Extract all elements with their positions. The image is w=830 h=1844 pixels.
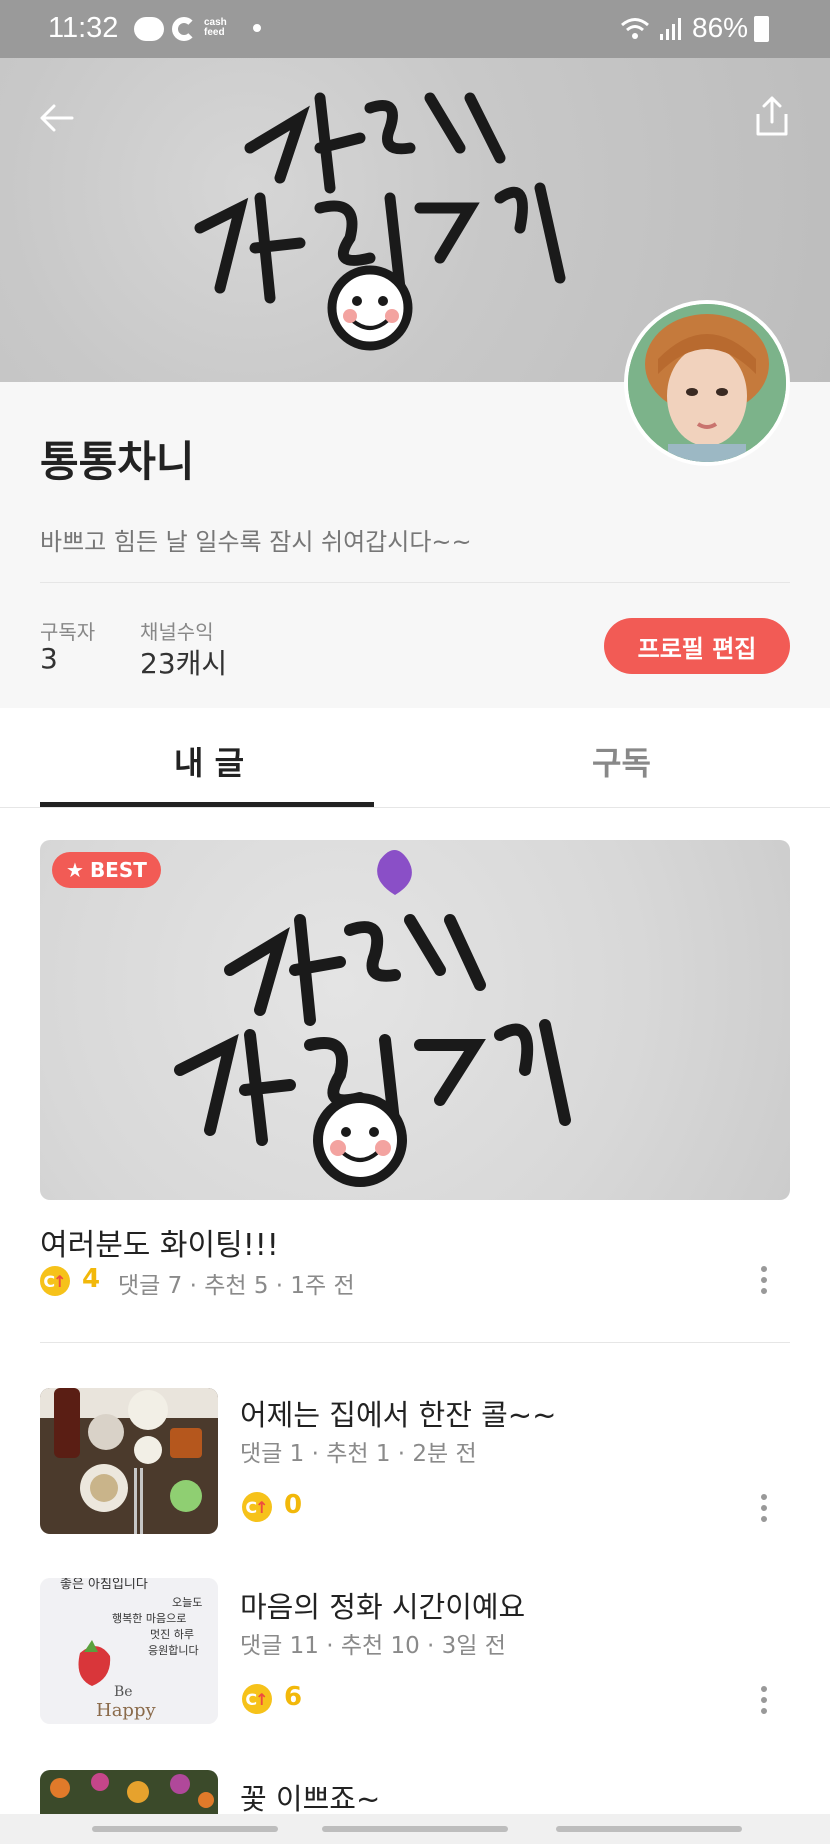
channel-bio: 바쁘고 힘든 날 일수록 잠시 쉬여갑시다~~ [40,528,472,556]
profile-photo [628,304,786,462]
calligraphy-artwork [174,850,571,1187]
post-thumbnail[interactable] [40,1770,218,1814]
best-post-meta: 댓글 7 · 추천 5 · 1주 전 [118,1273,355,1299]
battery-charging-icon [754,16,769,42]
post-coin-value: 0 [284,1490,303,1520]
subscribers-label: 구독자 [40,620,96,644]
tab-bar: 내 글 구독 [0,708,830,808]
share-button[interactable] [752,94,792,138]
post-title[interactable]: 어제는 집에서 한잔 콜~~ [240,1392,556,1434]
back-arrow-icon [40,104,74,132]
svg-text:행복한 마음으로: 행복한 마음으로 [112,1612,186,1625]
svg-text:멋진 하루: 멋진 하루 [150,1627,194,1641]
more-vertical-icon[interactable] [752,1682,776,1718]
svg-text:좋은 아침입니다: 좋은 아침입니다 [60,1578,148,1592]
status-time: 11:32 [48,12,119,44]
best-post-image[interactable] [40,840,790,1200]
share-icon [756,96,788,136]
cash-coin-icon: C ↑ [40,1266,70,1296]
wifi-icon [621,18,649,39]
greeting-card-image: 좋은 아침입니다 오늘도 행복한 마음으로 멋진 하루 응원합니다 Be Hap… [40,1578,218,1724]
post-thumbnail[interactable] [40,1388,218,1534]
more-vertical-icon[interactable] [752,1262,776,1298]
tab-my-posts[interactable]: 내 글 [174,738,244,784]
flower-photo [40,1770,218,1814]
post-title[interactable]: 마음의 정화 시간이예요 [240,1584,525,1626]
status-bar: 11:32 cash feed 86% [0,0,830,58]
post-meta: 댓글 11 · 추천 10 · 3일 전 [240,1633,506,1659]
divider [40,582,790,583]
post-thumbnail[interactable]: 좋은 아침입니다 오늘도 행복한 마음으로 멋진 하루 응원합니다 Be Hap… [40,1578,218,1724]
notification-dot-icon [253,24,261,32]
more-vertical-icon[interactable] [752,1490,776,1526]
svg-text:응원합니다: 응원합니다 [148,1644,199,1657]
star-icon: ★ [66,858,84,882]
cashfeed-label: cash feed [204,17,227,38]
back-button[interactable] [34,96,78,140]
divider [40,1342,790,1343]
cashfeed-app-icon [172,17,196,41]
food-table-photo [40,1388,218,1534]
signal-icon [660,18,681,40]
active-tab-indicator [40,802,374,807]
best-post-coin-value: 4 [82,1264,101,1294]
svg-text:Happy: Happy [96,1700,156,1721]
best-post-title[interactable]: 여러분도 화이팅!!! [40,1220,279,1264]
subscribers-value[interactable]: 3 [40,642,58,675]
system-navigation-bar [0,1814,830,1844]
cash-coin-icon: C ↑ [242,1492,272,1522]
svg-text:오늘도: 오늘도 [172,1596,202,1609]
best-badge: ★ BEST [52,852,161,888]
avatar[interactable] [624,300,790,466]
battery-level: 86% [692,12,749,43]
post-title[interactable]: 꽃 이쁘죠~ [240,1776,380,1818]
cash-coin-icon: C ↑ [242,1684,272,1714]
nav-home-button[interactable] [322,1826,508,1832]
revenue-label: 채널수익 [140,620,214,644]
svg-text:Be: Be [114,1684,133,1700]
post-meta: 댓글 1 · 추천 1 · 2분 전 [240,1441,477,1467]
chat-notification-icon [134,17,164,41]
tab-subscriptions[interactable]: 구독 [592,738,651,784]
nav-recents-button[interactable] [92,1826,278,1832]
revenue-value[interactable]: 23캐시 [140,642,227,682]
post-coin-value: 6 [284,1682,303,1712]
edit-profile-button[interactable]: 프로필 편집 [604,618,790,674]
channel-nickname: 통통차니 [40,437,195,486]
nav-back-button[interactable] [556,1826,742,1832]
